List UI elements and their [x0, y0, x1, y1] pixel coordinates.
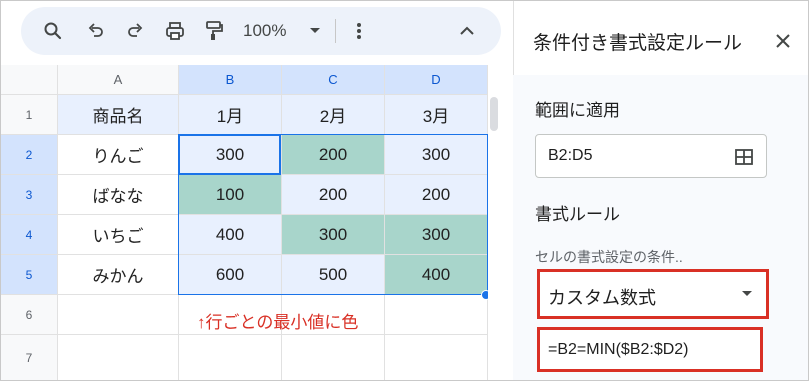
column-header-b[interactable]: B — [179, 65, 282, 95]
cell-b5[interactable]: 600 — [179, 255, 282, 295]
grid-corner[interactable] — [1, 65, 58, 95]
row-header-7[interactable]: 7 — [1, 335, 58, 380]
undo-icon[interactable] — [84, 19, 108, 43]
search-icon[interactable] — [41, 19, 65, 43]
cell-a6[interactable] — [58, 295, 179, 335]
row-header-5[interactable]: 5 — [1, 255, 58, 295]
cell-d7[interactable] — [385, 335, 488, 380]
cell-c7[interactable] — [282, 335, 385, 380]
cell-b1[interactable]: 1月 — [179, 95, 282, 135]
cell-a3[interactable]: ばなな — [58, 175, 179, 215]
more-vert-icon[interactable] — [347, 19, 371, 43]
cell-d4[interactable]: 300 — [385, 215, 488, 255]
cell-a4[interactable]: いちご — [58, 215, 179, 255]
range-value: B2:D5 — [548, 147, 593, 164]
cell-d2[interactable]: 300 — [385, 135, 488, 175]
vertical-scrollbar[interactable] — [488, 65, 500, 380]
screenshot-frame: 100% A B C D 1 2 3 4 5 6 7 商品名 1月 2月 3月 … — [0, 0, 809, 381]
cell-d3[interactable]: 200 — [385, 175, 488, 215]
cell-d6[interactable] — [385, 295, 488, 335]
chevron-down-icon[interactable] — [303, 19, 327, 43]
row-header-3[interactable]: 3 — [1, 175, 58, 215]
dropdown-caret-icon — [742, 291, 752, 296]
cell-a7[interactable] — [58, 335, 179, 380]
toolbar-divider — [335, 19, 336, 43]
range-input[interactable]: B2:D5 — [535, 134, 767, 178]
cell-b2[interactable]: 300 — [179, 135, 282, 175]
cell-b3[interactable]: 100 — [179, 175, 282, 215]
cell-c4[interactable]: 300 — [282, 215, 385, 255]
row-header-1[interactable]: 1 — [1, 95, 58, 135]
cell-a1[interactable]: 商品名 — [58, 95, 179, 135]
toolbar: 100% — [21, 7, 501, 55]
row-header-6[interactable]: 6 — [1, 295, 58, 335]
row-header-2[interactable]: 2 — [1, 135, 58, 175]
cell-c3[interactable]: 200 — [282, 175, 385, 215]
print-icon[interactable] — [163, 19, 187, 43]
select-range-icon[interactable] — [734, 147, 754, 172]
close-icon[interactable] — [771, 29, 795, 53]
column-header-a[interactable]: A — [58, 65, 179, 95]
row-header-4[interactable]: 4 — [1, 215, 58, 255]
condition-select[interactable]: カスタム数式 — [537, 269, 769, 319]
zoom-level[interactable]: 100% — [243, 21, 286, 41]
condition-value: カスタム数式 — [548, 288, 656, 308]
cell-b7[interactable] — [179, 335, 282, 380]
cell-a2[interactable]: りんご — [58, 135, 179, 175]
paint-format-icon[interactable] — [202, 19, 226, 43]
condition-label: セルの書式設定の条件.. — [535, 249, 683, 265]
conditional-format-panel: 条件付き書式設定ルール 範囲に適用 B2:D5 書式ルール セルの書式設定の条件… — [513, 1, 808, 380]
chevron-up-icon[interactable] — [455, 19, 479, 43]
scrollbar-thumb[interactable] — [490, 97, 498, 131]
annotation-note: ↑行ごとの最小値に色 — [197, 313, 359, 332]
format-rules-label: 書式ルール — [535, 205, 620, 224]
apply-range-label: 範囲に適用 — [535, 101, 620, 120]
column-header-d[interactable]: D — [385, 65, 488, 95]
panel-title: 条件付き書式設定ルール — [533, 33, 743, 54]
redo-icon[interactable] — [123, 19, 147, 43]
cell-d5[interactable]: 400 — [385, 255, 488, 295]
cell-c5[interactable]: 500 — [282, 255, 385, 295]
cell-c2[interactable]: 200 — [282, 135, 385, 175]
spreadsheet-grid: A B C D 1 2 3 4 5 6 7 商品名 1月 2月 3月 りんご 3… — [1, 65, 491, 380]
formula-value: =B2=MIN($B2:$D2) — [548, 341, 689, 358]
cell-c1[interactable]: 2月 — [282, 95, 385, 135]
column-header-c[interactable]: C — [282, 65, 385, 95]
cell-a5[interactable]: みかん — [58, 255, 179, 295]
cell-b4[interactable]: 400 — [179, 215, 282, 255]
custom-formula-input[interactable]: =B2=MIN($B2:$D2) — [537, 327, 763, 372]
cell-d1[interactable]: 3月 — [385, 95, 488, 135]
